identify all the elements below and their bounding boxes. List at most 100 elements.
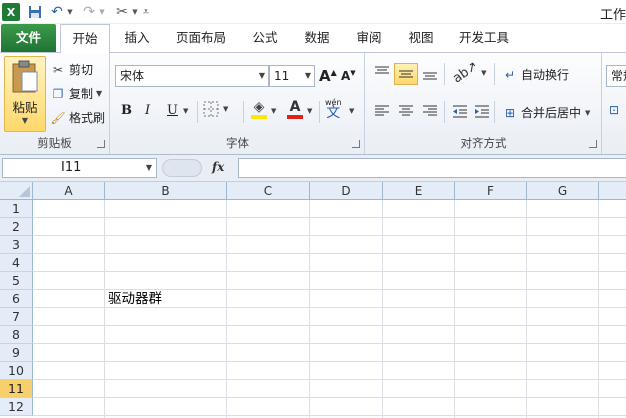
row-header-4[interactable]: 4: [0, 254, 33, 272]
formula-input[interactable]: [238, 158, 626, 178]
italic-button[interactable]: I: [145, 103, 150, 118]
column-header-c[interactable]: C: [227, 182, 310, 200]
decrease-indent-icon: [453, 105, 467, 118]
column-header-h[interactable]: [599, 182, 626, 200]
row-header-1[interactable]: 1: [0, 200, 33, 218]
tab-insert[interactable]: 插入: [117, 24, 157, 52]
shrink-font-button[interactable]: A▼: [341, 69, 356, 83]
separator: [444, 63, 445, 85]
column-header-f[interactable]: F: [455, 182, 527, 200]
paste-label: 粘贴: [12, 100, 38, 115]
tab-home[interactable]: 开始: [60, 24, 110, 53]
font-color-button[interactable]: A: [287, 99, 303, 119]
tab-formulas[interactable]: 公式: [245, 24, 285, 52]
row-header-5[interactable]: 5: [0, 272, 33, 290]
row-header-12[interactable]: 12: [0, 398, 33, 416]
row-header-8[interactable]: 8: [0, 326, 33, 344]
phonetic-dropdown-icon[interactable]: ▼: [349, 107, 354, 115]
tab-page-layout[interactable]: 页面布局: [170, 24, 232, 52]
column-header-b[interactable]: B: [105, 182, 227, 200]
shrink-font-icon: A▼: [341, 69, 356, 83]
row-header-2[interactable]: 2: [0, 218, 33, 236]
insert-function-button[interactable]: fx: [212, 160, 224, 174]
worksheet-grid[interactable]: A B C D E F G 1 2 3 4 5 6 7 8 9 10 11 12…: [0, 182, 626, 418]
cut-button[interactable]: ✂ 剪切: [50, 61, 93, 78]
customize-qat-icon[interactable]: ⩡: [141, 3, 151, 21]
font-color-dropdown-icon[interactable]: ▼: [307, 107, 312, 115]
merge-center-button[interactable]: ⊞ 合并后居中 ▼: [502, 104, 590, 121]
increase-indent-button[interactable]: [474, 103, 490, 119]
gridline: [33, 343, 626, 344]
column-header-d[interactable]: D: [310, 182, 383, 200]
fill-color-button[interactable]: ◈: [251, 99, 267, 119]
gridline: [454, 200, 455, 418]
tab-view[interactable]: 视图: [401, 24, 441, 52]
undo-icon[interactable]: ↶: [50, 3, 64, 21]
decrease-indent-button[interactable]: [452, 103, 468, 119]
gridline: [33, 325, 626, 326]
column-header-g[interactable]: G: [527, 182, 599, 200]
accounting-format-icon[interactable]: ⊡: [609, 103, 619, 117]
clipboard-group-label: 剪贴板: [37, 136, 72, 150]
font-color-swatch: [287, 115, 303, 119]
select-all-corner[interactable]: [0, 182, 33, 200]
clipboard-group: 粘贴 ▼ ✂ 剪切 ❐ 复制 ▼ 🖌 格式刷 剪贴板: [0, 53, 110, 154]
redo-icon[interactable]: ↷: [82, 3, 96, 21]
redo-dropdown-icon[interactable]: ▼: [97, 3, 107, 21]
scissors-icon: ✂: [52, 62, 64, 77]
tools-dropdown-icon[interactable]: ▼: [131, 3, 139, 21]
fill-color-dropdown-icon[interactable]: ▼: [271, 107, 276, 115]
gridline: [598, 200, 599, 418]
borders-button[interactable]: ▼: [203, 101, 228, 117]
row-header-9[interactable]: 9: [0, 344, 33, 362]
borders-icon: [203, 101, 219, 117]
gridline: [226, 200, 227, 418]
row-header-7[interactable]: 7: [0, 308, 33, 326]
wrap-text-button[interactable]: ↵ 自动换行: [502, 66, 569, 83]
tab-review[interactable]: 审阅: [349, 24, 389, 52]
align-center-button[interactable]: [398, 103, 414, 119]
align-top-button[interactable]: [374, 65, 390, 81]
cell-b6[interactable]: 驱动器群: [108, 290, 162, 308]
name-box-value: I11: [61, 160, 82, 175]
row-header-3[interactable]: 3: [0, 236, 33, 254]
grow-font-button[interactable]: A▲: [319, 67, 337, 85]
column-header-e[interactable]: E: [383, 182, 455, 200]
underline-button[interactable]: U: [167, 103, 178, 118]
separator: [197, 101, 198, 123]
number-format-select[interactable]: 常规: [606, 65, 626, 87]
merge-dropdown-icon: ▼: [585, 108, 591, 117]
paste-button[interactable]: 粘贴 ▼: [4, 56, 46, 132]
row-header-11[interactable]: 11: [0, 380, 33, 398]
tab-data[interactable]: 数据: [297, 24, 337, 52]
underline-dropdown-icon[interactable]: ▼: [183, 107, 188, 115]
align-bottom-button[interactable]: [422, 65, 438, 81]
font-name-select[interactable]: 宋体 ▼: [115, 65, 269, 87]
name-box[interactable]: I11 ▼: [2, 158, 157, 178]
phonetic-button[interactable]: wén 文: [325, 97, 342, 120]
column-header-a[interactable]: A: [33, 182, 105, 200]
tab-developer[interactable]: 开发工具: [453, 24, 515, 52]
orientation-button[interactable]: ab↗ ▼: [450, 59, 486, 87]
align-left-button[interactable]: [374, 103, 390, 119]
bold-button[interactable]: B: [121, 103, 132, 118]
gridline: [33, 235, 626, 236]
copy-button[interactable]: ❐ 复制 ▼: [50, 85, 103, 102]
format-painter-button[interactable]: 🖌 格式刷: [50, 109, 105, 126]
align-middle-button[interactable]: [394, 63, 418, 85]
gridline: [33, 271, 626, 272]
save-icon[interactable]: [26, 3, 44, 21]
undo-dropdown-icon[interactable]: ▼: [65, 3, 75, 21]
excel-icon[interactable]: X: [2, 3, 20, 21]
font-size-select[interactable]: 11 ▼: [269, 65, 315, 87]
row-header-6[interactable]: 6: [0, 290, 33, 308]
tools-icon[interactable]: ✂: [113, 3, 131, 21]
align-right-button[interactable]: [422, 103, 438, 119]
gridline: [382, 200, 383, 418]
alignment-launcher-icon[interactable]: [589, 140, 597, 148]
clipboard-icon: [12, 60, 38, 93]
tab-file[interactable]: 文件: [1, 24, 56, 52]
font-launcher-icon[interactable]: [352, 140, 360, 148]
clipboard-launcher-icon[interactable]: [97, 140, 105, 148]
row-header-10[interactable]: 10: [0, 362, 33, 380]
